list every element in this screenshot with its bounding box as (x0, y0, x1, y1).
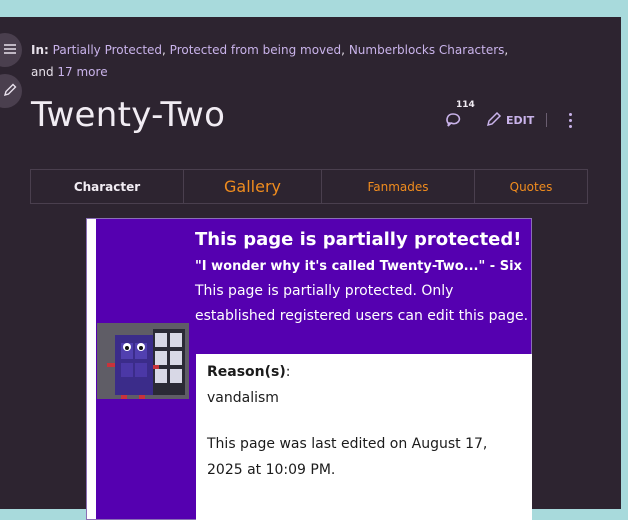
category-bar: In: Partially Protected, Protected from … (31, 43, 509, 79)
notice-body: Reason(s): vandalism This page was last … (196, 354, 532, 520)
categories-more-prefix: and (31, 65, 54, 79)
page-panel: In: Partially Protected, Protected from … (0, 17, 621, 520)
reason-row: Reason(s): vandalism (207, 359, 291, 411)
page-actions: 114 EDIT (444, 100, 577, 133)
tab-gallery[interactable]: Gallery (184, 170, 322, 203)
last-edited-text: This page was last edited on August 17, … (207, 436, 488, 478)
category-link[interactable]: Protected from being moved (170, 43, 342, 57)
notice-description: This page is partially protected. Only e… (195, 283, 529, 324)
reason-label: Reason(s) (207, 364, 286, 380)
notice-border (87, 219, 96, 519)
comment-icon (444, 113, 464, 133)
more-dot (568, 118, 572, 122)
divider (546, 113, 548, 127)
notice-heading: This page is partially protected! (195, 229, 522, 250)
more-categories-link[interactable]: 17 more (57, 65, 107, 79)
protection-notice: This page is partially protected! "I won… (86, 218, 532, 520)
edit-label: EDIT (506, 113, 535, 127)
page-tabs: Character Gallery Fanmades Quotes (30, 169, 588, 204)
quick-edit-button[interactable] (0, 74, 22, 108)
tab-fanmades[interactable]: Fanmades (322, 170, 475, 203)
more-dot (568, 112, 572, 116)
tab-character[interactable]: Character (31, 170, 184, 203)
more-dot (568, 124, 572, 128)
reason-colon: : (285, 364, 291, 380)
category-link[interactable]: Numberblocks Characters (349, 43, 505, 57)
notice-header: This page is partially protected! "I won… (195, 228, 530, 329)
edit-button[interactable]: EDIT (486, 111, 534, 130)
notice-quote: "I wonder why it's called Twenty-Two..."… (195, 259, 522, 274)
toc-button[interactable] (0, 33, 22, 67)
more-options-button[interactable] (563, 112, 577, 128)
pencil-icon (0, 82, 17, 101)
list-icon (0, 41, 17, 60)
categories-label: In: (31, 43, 49, 57)
tab-quotes[interactable]: Quotes (475, 170, 587, 203)
character-image (97, 323, 189, 399)
reason-value: vandalism (207, 390, 279, 406)
pencil-icon (486, 111, 506, 130)
category-link[interactable]: Partially Protected (53, 43, 162, 57)
comment-count: 114 (456, 100, 475, 110)
comments-button[interactable]: 114 (444, 100, 475, 133)
page-title: Twenty-Two (31, 95, 226, 135)
